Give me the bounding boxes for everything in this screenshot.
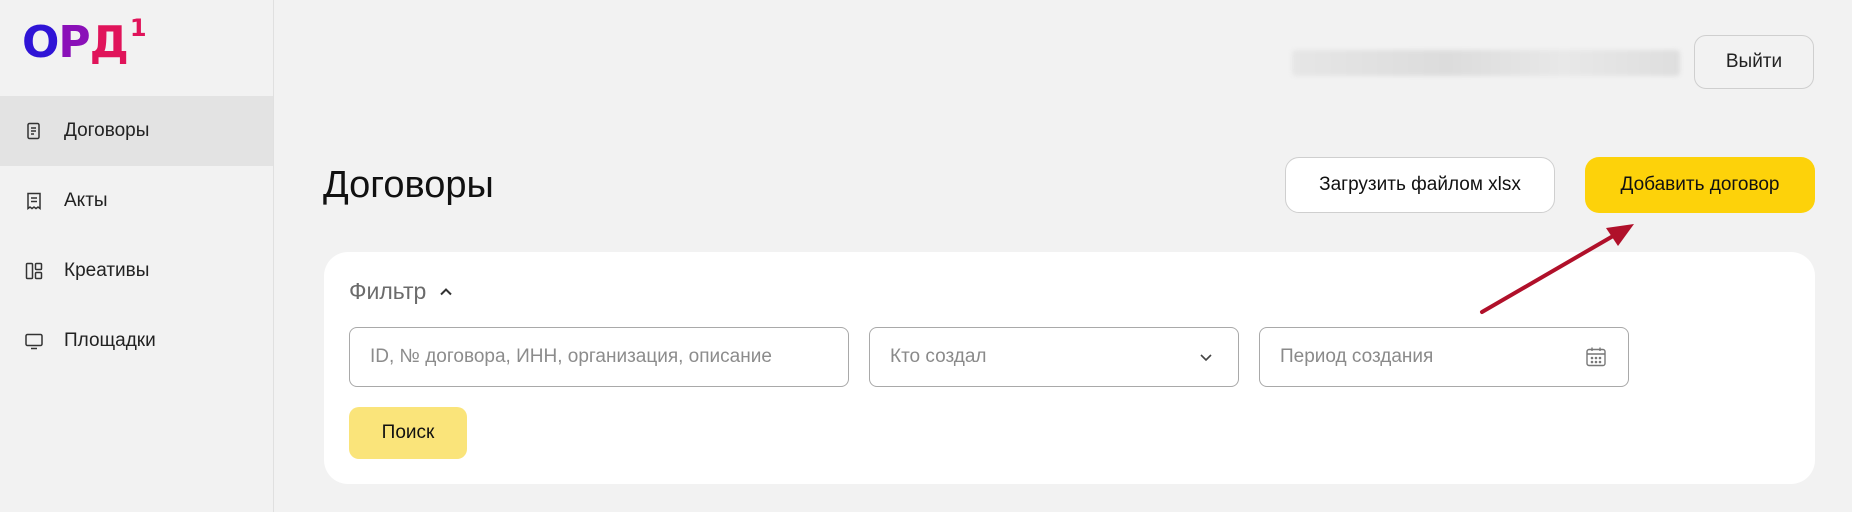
chevron-down-icon: [1194, 345, 1218, 369]
creator-select-placeholder: Кто создал: [890, 346, 987, 367]
receipt-icon: [24, 191, 44, 211]
add-contract-button[interactable]: Добавить договор: [1585, 157, 1815, 213]
calendar-icon[interactable]: [1584, 345, 1608, 369]
sidebar-item-creatives[interactable]: Креативы: [0, 236, 273, 306]
creator-select[interactable]: Кто создал: [869, 327, 1239, 387]
document-icon: [24, 121, 44, 141]
search-input[interactable]: [370, 346, 828, 368]
sidebar-item-platforms[interactable]: Площадки: [0, 306, 273, 376]
filter-title: Фильтр: [349, 278, 427, 304]
sidebar: О Р Д 1 Договоры Акты Креативы Площадки: [0, 0, 274, 512]
upload-xlsx-button[interactable]: Загрузить файлом xlsx: [1285, 157, 1555, 213]
sidebar-item-label: Креативы: [64, 260, 150, 281]
monitor-icon: [24, 331, 44, 351]
logo-letter-3: Д: [89, 17, 129, 68]
page-title: Договоры: [323, 164, 494, 206]
filter-toggle[interactable]: Фильтр: [349, 278, 454, 305]
logout-button[interactable]: Выйти: [1694, 35, 1814, 89]
logo[interactable]: О Р Д 1: [22, 14, 147, 68]
sidebar-item-label: Площадки: [64, 330, 156, 351]
search-field: [349, 327, 849, 387]
sidebar-item-contracts[interactable]: Договоры: [0, 96, 273, 166]
filter-panel: Фильтр Кто создал Период создания: [324, 252, 1815, 484]
user-name-redacted: [1292, 50, 1680, 76]
period-placeholder: Период создания: [1280, 346, 1434, 367]
sidebar-item-label: Акты: [64, 190, 108, 211]
sidebar-item-acts[interactable]: Акты: [0, 166, 273, 236]
logo-letter-1: О: [22, 17, 59, 68]
sidebar-nav: Договоры Акты Креативы Площадки: [0, 96, 273, 376]
chevron-up-icon: [438, 284, 454, 300]
logo-superscript: 1: [129, 14, 147, 42]
grid-icon: [24, 261, 44, 281]
search-button[interactable]: Поиск: [349, 407, 467, 459]
sidebar-item-label: Договоры: [64, 120, 150, 141]
period-field[interactable]: Период создания: [1259, 327, 1629, 387]
logo-letter-2: Р: [58, 17, 90, 68]
app-root: О Р Д 1 Договоры Акты Креативы Площадки …: [0, 0, 1852, 512]
